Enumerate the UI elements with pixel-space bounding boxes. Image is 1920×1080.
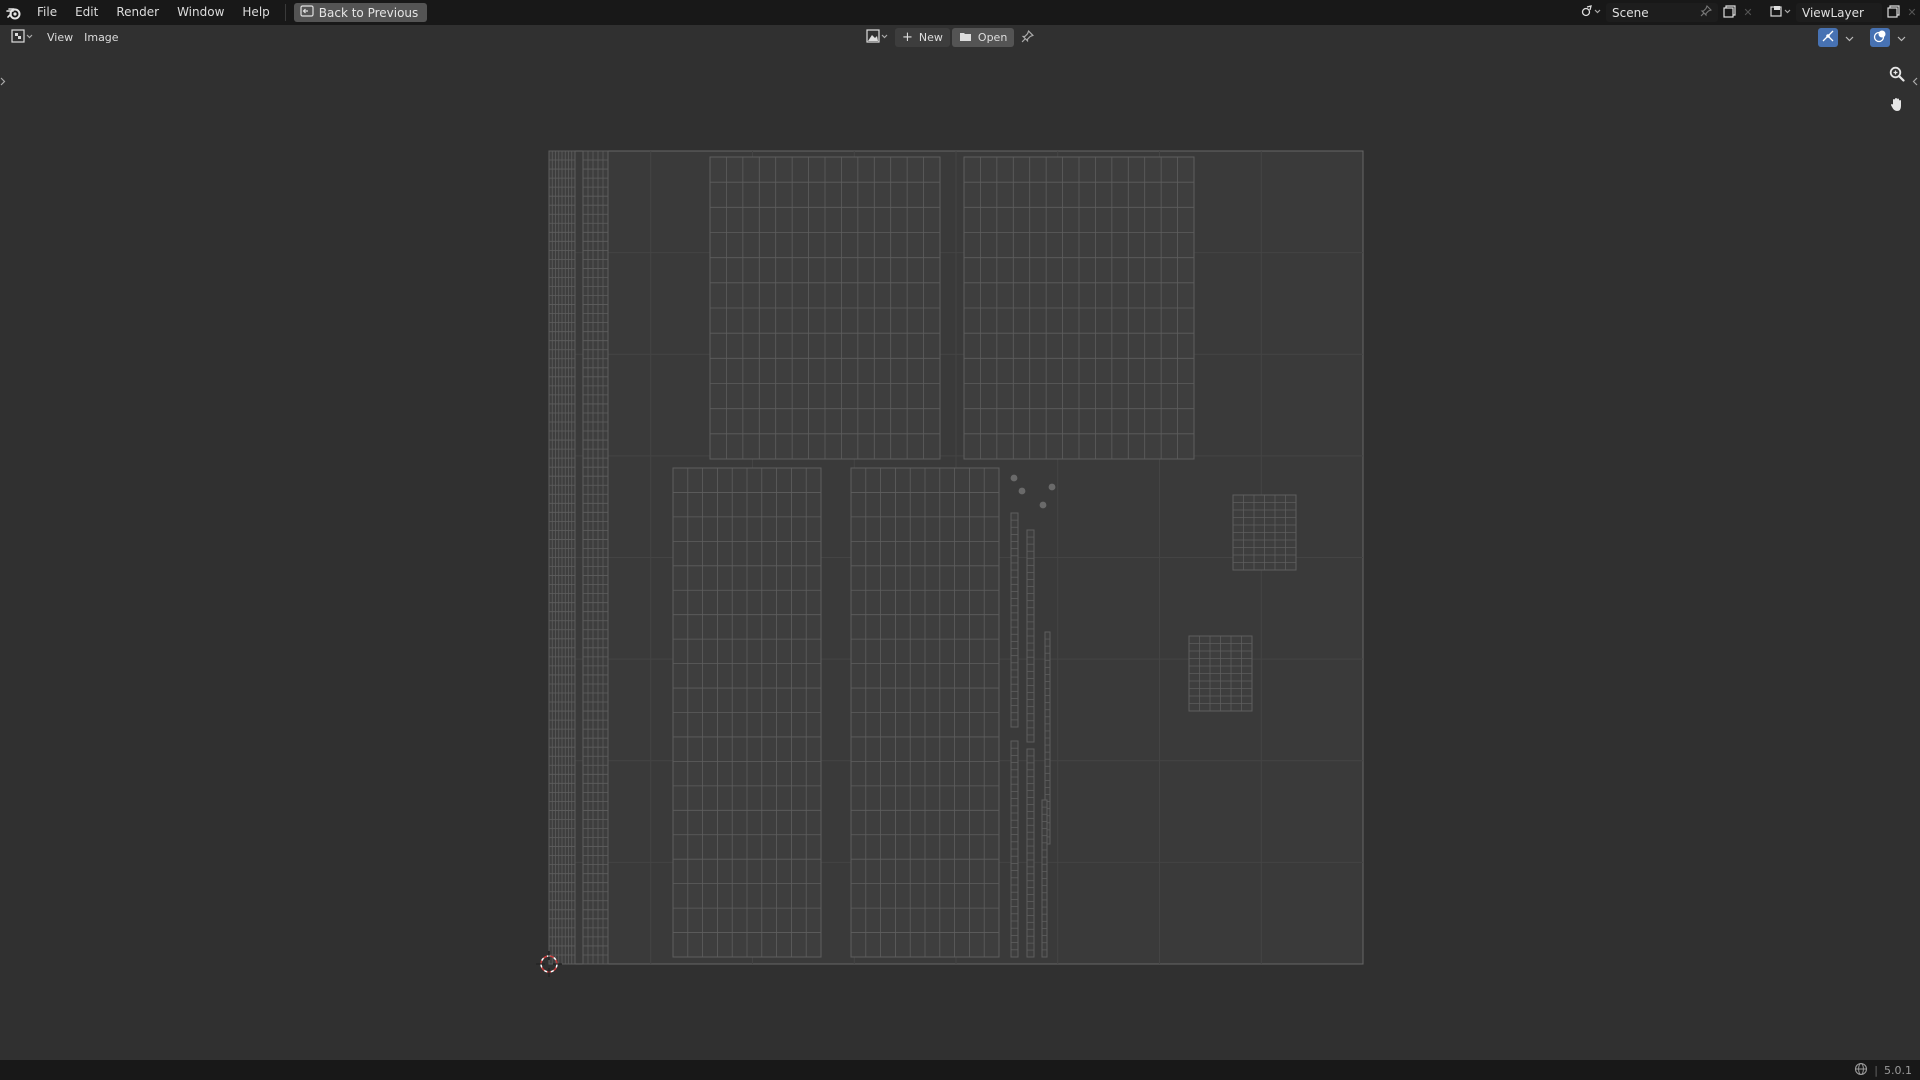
back-to-previous-icon	[300, 5, 314, 20]
status-right-group: | 5.0.1	[1854, 1060, 1912, 1080]
image-editor-header: View Image + New Open	[0, 25, 1920, 50]
duplicate-icon	[1722, 4, 1736, 21]
menu-separator	[284, 4, 286, 21]
uv-canvas[interactable]	[0, 50, 1920, 1060]
chevron-down-icon	[1845, 31, 1854, 45]
view-layer-name-text: ViewLayer	[1802, 5, 1864, 20]
image-browse-button[interactable]	[863, 28, 893, 47]
overlay-icon	[1873, 29, 1887, 46]
close-icon: ✕	[1743, 6, 1753, 19]
back-to-previous-button[interactable]: Back to Previous	[293, 3, 428, 22]
duplicate-icon	[1886, 4, 1900, 21]
sidebar-expand-arrow[interactable]	[1912, 72, 1920, 90]
image-datablock-controls: + New Open	[863, 25, 1038, 50]
uv-vertex-dot	[1039, 501, 1047, 509]
menu-view[interactable]: View	[38, 25, 82, 50]
pin-icon	[1021, 29, 1034, 46]
pin-icon[interactable]	[1700, 5, 1712, 20]
pan-view-button[interactable]	[1886, 94, 1908, 116]
menu-image[interactable]: Image	[82, 25, 127, 50]
gizmo-icon	[1821, 29, 1835, 46]
gizmo-dropdown[interactable]	[1842, 28, 1856, 47]
header-left-group: View Image	[8, 25, 128, 50]
scene-close-button[interactable]: ✕	[1740, 3, 1756, 22]
open-image-label: Open	[977, 31, 1008, 44]
chevron-down-icon	[1897, 31, 1906, 45]
network-icon[interactable]	[1854, 1062, 1868, 1079]
workspace-selectors: Scene ✕ ViewLayer ✕	[1576, 0, 1920, 25]
plus-icon: +	[902, 30, 913, 45]
scene-icon	[1581, 5, 1601, 20]
new-image-button[interactable]: + New	[895, 28, 950, 47]
top-bar: File Edit Render Window Help Back to Pre…	[0, 0, 1920, 25]
header-right-group	[1818, 25, 1908, 50]
back-to-previous-label: Back to Previous	[318, 5, 419, 20]
view-layer-selector-button[interactable]	[1766, 3, 1796, 22]
new-image-label: New	[918, 31, 943, 44]
menu-file[interactable]: File	[28, 0, 66, 25]
zoom-icon	[1889, 66, 1905, 85]
overlay-toggle-button[interactable]	[1870, 28, 1890, 47]
uv-vertex-dot	[1010, 474, 1018, 482]
blender-logo-icon[interactable]	[0, 0, 28, 25]
view-layer-name-field[interactable]: ViewLayer	[1796, 3, 1882, 22]
uv-vertex-dot	[1018, 487, 1026, 495]
close-icon: ✕	[1907, 6, 1917, 19]
pin-image-button[interactable]	[1016, 28, 1038, 47]
gizmo-toggle-button[interactable]	[1818, 28, 1838, 47]
scene-name-text: Scene	[1612, 5, 1649, 20]
editor-type-button[interactable]	[8, 28, 38, 47]
version-label: 5.0.1	[1884, 1063, 1912, 1077]
scene-duplicate-button[interactable]	[1718, 3, 1740, 22]
open-image-button[interactable]: Open	[951, 28, 1015, 47]
hand-icon	[1889, 96, 1905, 115]
view-layer-close-button[interactable]: ✕	[1904, 3, 1920, 22]
view-layer-icon	[1770, 5, 1792, 20]
scene-selector-button[interactable]	[1576, 3, 1606, 22]
scene-name-field[interactable]: Scene	[1606, 3, 1718, 22]
image-editor-icon	[11, 29, 35, 46]
menu-render[interactable]: Render	[107, 0, 168, 25]
uv-vertex-dot	[1048, 483, 1056, 491]
menu-edit[interactable]: Edit	[66, 0, 107, 25]
menu-help[interactable]: Help	[233, 0, 278, 25]
zoom-view-button[interactable]	[1886, 64, 1908, 86]
view-layer-duplicate-button[interactable]	[1882, 3, 1904, 22]
uv-image-viewport[interactable]	[0, 50, 1920, 1060]
image-browse-icon	[866, 29, 890, 46]
status-bar: | 5.0.1	[0, 1060, 1920, 1080]
folder-icon	[959, 31, 972, 45]
menu-window[interactable]: Window	[168, 0, 233, 25]
toolbar-expand-arrow[interactable]	[0, 72, 8, 90]
overlay-dropdown[interactable]	[1894, 28, 1908, 47]
status-separator: |	[1874, 1063, 1878, 1077]
